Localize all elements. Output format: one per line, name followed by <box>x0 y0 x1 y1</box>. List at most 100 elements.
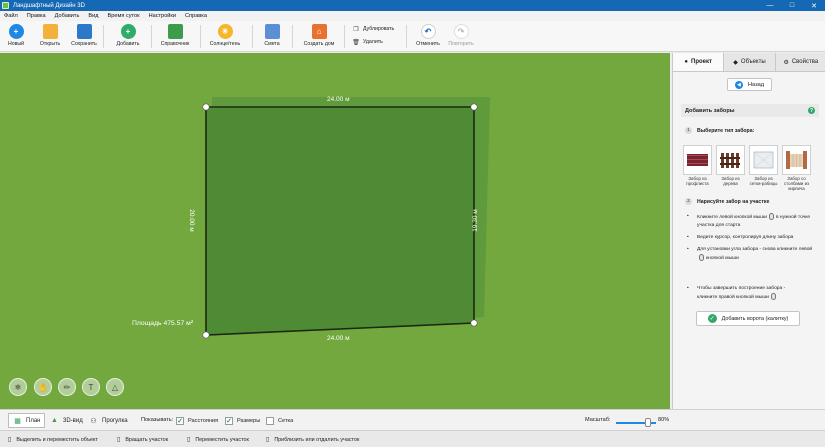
status-select-move: ▯ Выделить и переместить объект <box>8 436 98 444</box>
copy-icon: ❐ <box>353 26 359 33</box>
delete-button[interactable]: 🗑 Удалить <box>352 39 383 46</box>
plus-icon: + <box>8 24 24 39</box>
plot-drawing <box>202 97 490 339</box>
mouse-left-icon <box>768 213 774 220</box>
plan-view-button[interactable]: ▦ План <box>8 413 46 428</box>
menu-add[interactable]: Добавить <box>55 13 80 19</box>
menu-time-of-day[interactable]: Время суток <box>108 13 140 19</box>
empty-checkbox-icon <box>266 417 274 425</box>
menu-file[interactable]: Файл <box>4 13 18 19</box>
add-gate-button[interactable]: ✓ Добавить ворота (калитку) <box>696 311 800 326</box>
plot-polygon[interactable] <box>205 106 475 336</box>
save-button[interactable]: Сохранить <box>68 22 100 47</box>
zoom-label: Масштаб: <box>585 417 611 423</box>
walk-button[interactable]: ⚇ Прогулка <box>84 413 133 428</box>
distances-checkbox[interactable]: ✓ Расстояния <box>176 417 218 425</box>
help-icon[interactable]: ? <box>808 107 815 114</box>
show-label: Показывать: <box>141 417 174 423</box>
window-title: Ландшафтный Дизайн 3D <box>13 2 85 9</box>
fence-type-wood[interactable]: Забор из дерева <box>716 145 745 187</box>
open-button[interactable]: Открыть <box>36 22 64 47</box>
walking-person-icon: ⚇ <box>90 417 97 425</box>
left-dimension-label: 20.00 м <box>187 209 195 232</box>
status-rotate: ▯ Вращать участок <box>117 436 168 444</box>
area-label: Площадь 475.57 м² <box>132 320 194 327</box>
book-icon <box>167 24 183 39</box>
zoom-value: 80% <box>658 417 670 423</box>
3d-view-button[interactable]: ▲ 3D-вид <box>45 413 88 428</box>
reference-button[interactable]: Справочник <box>157 22 193 47</box>
tree-3d-icon: ▲ <box>51 417 58 424</box>
side-panel: ● Проект ◆ Объекты ⚙ Свойства ◀ Назад Добав… <box>672 53 825 409</box>
add-button[interactable]: + Добавить <box>112 22 144 47</box>
panel-tabs: ● Проект ◆ Объекты ⚙ Свойства <box>673 53 825 72</box>
tab-properties[interactable]: ⚙ Свойства <box>776 53 825 71</box>
vertex-handle[interactable] <box>202 103 210 111</box>
fence-type-mesh[interactable]: Забор из сетки-рабицы <box>749 145 778 187</box>
menu-help[interactable]: Справка <box>185 13 207 19</box>
tab-project[interactable]: ● Проект <box>673 53 725 71</box>
floppy-disk-icon <box>76 24 92 39</box>
image-tool-button[interactable]: △ <box>106 378 124 396</box>
calculator-icon <box>264 24 280 39</box>
house-icon: ⌂ <box>311 24 327 39</box>
status-bar: ▯ Выделить и переместить объект ▯ Вращат… <box>0 430 825 447</box>
vertex-handle[interactable] <box>202 331 210 339</box>
section-header: Добавить заборы ? <box>681 104 819 117</box>
instruction-angle: • Для установки угла забора - снова клик… <box>687 247 813 261</box>
back-button[interactable]: ◀ Назад <box>727 78 772 91</box>
instruction-start: • Кликните левой кнопкой мыши в нужной то… <box>687 213 811 228</box>
fence-profile-thumbnail <box>683 145 712 175</box>
duplicate-button[interactable]: ❐ Дублировать <box>353 26 394 33</box>
vertex-handle[interactable] <box>470 103 478 111</box>
fence-brick-thumbnail <box>782 145 811 175</box>
undo-button[interactable]: ↶ Отменить <box>413 22 443 47</box>
menu-bar: Файл Правка Добавить Вид Время суток Нас… <box>0 11 825 21</box>
right-dimension-label: 19.30 м <box>471 209 479 232</box>
sizes-checkbox[interactable]: ✓ Размеры <box>225 417 260 425</box>
tree-tool-button[interactable]: ❄ <box>9 378 27 396</box>
zoom-slider-handle[interactable] <box>645 418 651 427</box>
sun-shadow-button[interactable]: ☀ Солнце/тень <box>206 22 244 47</box>
maximize-button[interactable]: □ <box>781 0 803 11</box>
grid-checkbox[interactable]: Сетка <box>266 417 293 425</box>
new-button[interactable]: + Новый <box>4 22 28 47</box>
checkmark-icon: ✓ <box>176 417 184 425</box>
build-house-button[interactable]: ⌂ Создать дом <box>300 22 338 47</box>
checkmark-icon: ✓ <box>225 417 233 425</box>
add-circle-icon: + <box>120 24 136 39</box>
fence-mesh-thumbnail <box>749 145 778 175</box>
status-move: ▯ Переместить участок <box>187 436 249 444</box>
fence-type-brick-posts[interactable]: Забор со столбами из кирпича <box>782 145 811 192</box>
title-bar: Ландшафтный Дизайн 3D — □ ✕ <box>0 0 825 11</box>
plan-icon: ▦ <box>14 417 21 425</box>
hand-icon: ✋ <box>38 382 48 392</box>
undo-icon: ↶ <box>420 24 436 39</box>
toolbar: + Новый Открыть Сохранить + Добавить Спр… <box>0 21 825 52</box>
plan-canvas[interactable]: 24.00 м 24.00 м 20.00 м 19.30 м Площадь … <box>0 53 670 409</box>
step-2: 2 Нарисуйте забор на участке <box>685 198 769 205</box>
mouse-left-icon: ▯ <box>8 437 12 443</box>
redo-icon: ↷ <box>453 24 469 39</box>
ruler-tool-button[interactable]: ✏ <box>58 378 76 396</box>
vertex-handle[interactable] <box>470 319 478 327</box>
menu-edit[interactable]: Правка <box>27 13 46 19</box>
mouse-middle-icon: ▯ <box>187 437 191 443</box>
instruction-finish: • Чтобы завершить построение забора - кли… <box>687 286 786 300</box>
minimize-button[interactable]: — <box>759 0 781 11</box>
menu-settings[interactable]: Настройки <box>149 13 176 19</box>
menu-view[interactable]: Вид <box>88 13 98 19</box>
tab-objects[interactable]: ◆ Объекты <box>724 53 776 71</box>
app-logo-icon <box>2 2 9 9</box>
top-dimension-label: 24.00 м <box>327 96 350 103</box>
estimate-button[interactable]: Смета <box>260 22 284 47</box>
fence-type-profile[interactable]: Забор из профлиста <box>683 145 712 187</box>
pin-icon: ● <box>684 59 689 65</box>
close-button[interactable]: ✕ <box>803 0 825 11</box>
instruction-length: • Ведите курсор, контролируя длину забор… <box>687 235 794 240</box>
hand-tool-button[interactable]: ✋ <box>34 378 52 396</box>
text-icon: T <box>88 382 94 392</box>
text-tool-button[interactable]: T <box>82 378 100 396</box>
redo-button[interactable]: ↷ Повторить <box>445 22 477 47</box>
ruler-icon: ✏ <box>63 382 71 392</box>
